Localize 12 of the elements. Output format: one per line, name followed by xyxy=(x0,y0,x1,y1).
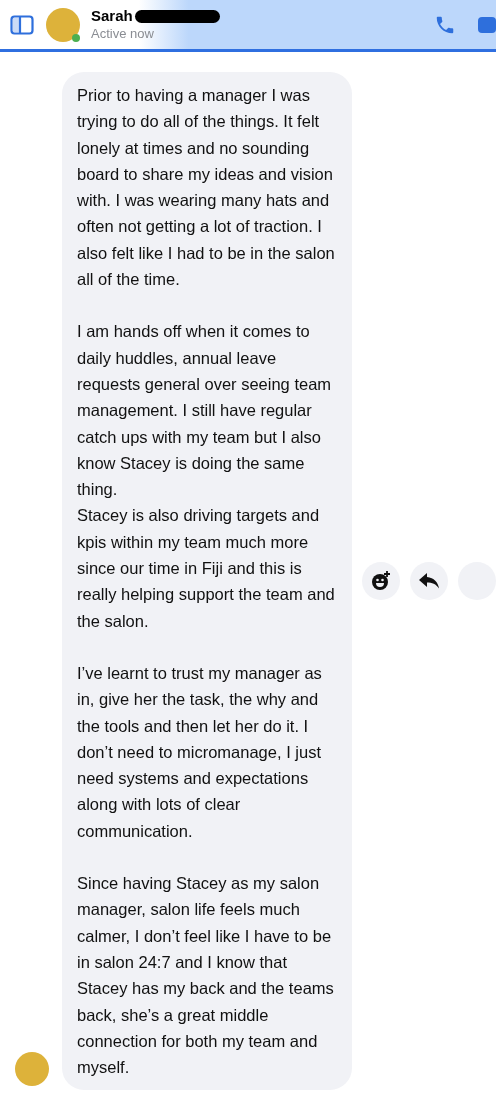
reply-button[interactable] xyxy=(410,562,448,600)
message-paragraph: I am hands off when it comes to daily huddles, annual leave requests general over seeing team management. I still have regular catch ups with my team but I also know Stacey is doing the same thing. Stacey is also driving targets and kpis within my team much more since our time in Fiji and this is really helping support the team and the salon. xyxy=(77,321,336,632)
reply-icon xyxy=(419,573,439,589)
message-paragraph: Prior to having a manager I was trying to do all of the things. It felt lonely at times and no sounding board to share my ideas and vision with. I was wearing many hats and often not getting a lot of traction. I also felt like I had to be in the salon all of the time. xyxy=(77,85,336,291)
message-paragraph: I’ve learnt to trust my manager as in, give her the task, the why and the tools and then let her do it. I don’t need to micromanage, I just need systems and expectations along with lots of clear communication. xyxy=(77,662,323,842)
contact-name: Sarah xyxy=(91,7,133,26)
message-paragraph: Since having Stacey as my salon manager, salon life feels much calmer, I don’t feel like I have to be in salon 24:7 and I know that Stacey has my back and the teams back, she’s a great middle connection for both my team and myself. xyxy=(77,873,335,1079)
status-text: Active now xyxy=(91,25,155,42)
avatar xyxy=(15,1052,49,1087)
sidebar-icon[interactable] xyxy=(10,14,34,35)
react-button[interactable] xyxy=(362,562,400,600)
smiley-plus-icon xyxy=(371,571,391,591)
